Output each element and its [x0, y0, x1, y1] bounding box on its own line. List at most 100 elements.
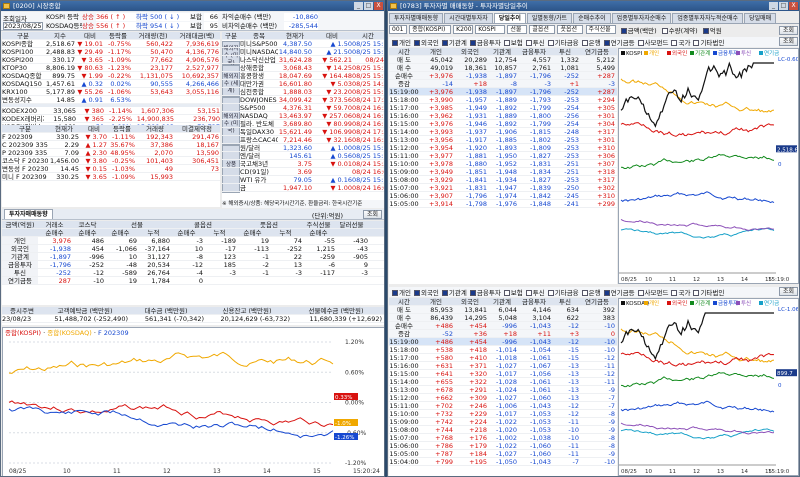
time-row[interactable]: 15:11:00 +3,977 -1,881 -1,950 -1,827 -253 +306 [389, 152, 617, 160]
view-button[interactable]: 조회 [778, 37, 798, 46]
right-title-bar[interactable]: [0783] 투자자별 매매동향 - 투자자별당일추이 _ □ X [388, 1, 799, 11]
world-row[interactable]: CD(91일) 3.69 08/24 16:00 [222, 168, 384, 176]
world-row[interactable]: 엔/달러 145.61 ▲ 0.5608/25 15:10 [222, 152, 384, 160]
time-row[interactable]: 15:10:00 +3,978 -1,880 -1,952 -1,831 -251 +307 [389, 160, 617, 168]
maximize-button-right[interactable]: □ [779, 2, 788, 10]
investor-row[interactable]: 기관계 -1,897 -996 10 31,127 -8 123 -1 22 -259 -905 [2, 253, 384, 261]
tab-2[interactable]: 당일추이 [493, 13, 526, 23]
time-row[interactable]: 15:06:00 +786 +179 -1,022 -1,060 -11 -8 [389, 442, 617, 450]
left-title-bar[interactable]: [0200] 시장종합 _ □ X [1, 1, 384, 11]
time-row[interactable]: 15:08:00 +3,929 -1,841 -1,934 -1,827 -253 +317 [389, 176, 617, 184]
tab-0[interactable]: 투자자별매매동향 [389, 13, 444, 23]
index-row[interactable]: KTOP30 8,806.19 ▼ 80.63 -1.23% 23,177 2,527,9… [2, 64, 220, 72]
world-row[interactable]: 금 1,947.10 ▼ 1.0008/24 16:00 [222, 184, 384, 192]
time-row[interactable]: 15:18:00 +3,990 -1,957 -1,889 -1,793 -253 +294 [389, 96, 617, 104]
investor-checkbox[interactable] [581, 40, 588, 46]
world-row[interactable]: 미니NASDAQ14,840.50 ▲ 21.5008/25 15:10 [222, 48, 384, 56]
stock-futures-select[interactable]: 주식선물 [585, 25, 616, 34]
view-button[interactable]: 조회 [778, 287, 798, 296]
world-row[interactable]: 심천종합 1,888.03 ▼ 23.2008/25 15:10 [222, 88, 384, 96]
time-row[interactable]: 15:15:00 +641 +320 -1,017 -1,056 -13 -12 [389, 370, 617, 378]
tab-5[interactable]: 업종별투자자순매수 [611, 13, 672, 23]
tab-1[interactable]: 시간대별투자자 [444, 13, 493, 23]
time-row[interactable]: 15:12:00 +3,954 -1,920 -1,893 -1,809 -253 +310 [389, 144, 617, 152]
put-select[interactable]: 풋옵션 [557, 25, 584, 34]
world-row[interactable]: 필라. 반도체 3,689.80 ▼ 80.9908/24 16:15 [222, 120, 384, 128]
index-row[interactable]: 변동성지수 14.85 ▲ 0.91 6.53% [2, 96, 220, 104]
world-row[interactable]: 미니S&P500 4,387.50 ▲ 1.5008/25 15:10 [222, 40, 384, 48]
time-row[interactable]: 15:13:00 +3,956 -1,917 -1,885 -1,802 -253 +301 [389, 136, 617, 144]
investor-checkbox[interactable] [413, 290, 420, 296]
close-button-right[interactable]: X [789, 2, 798, 10]
world-row[interactable]: 대만가권 16,601.80 ▼ 5.0308/25 14:30 [222, 80, 384, 88]
investor-row[interactable]: 연기금등 287 -10 19 1,784 0 [2, 277, 384, 285]
time-row[interactable]: 15:14:00 +3,993 -1,937 -1,906 -1,815 -248 +317 [389, 128, 617, 136]
investor-checkbox[interactable] [547, 290, 554, 296]
investor-row[interactable]: 개인 3,976 486 69 6,880 -3 -189 19 74 -55 -430 [2, 237, 384, 245]
close-button[interactable]: X [374, 2, 383, 10]
world-row[interactable]: 원/달러 1,323.60 ▲ 1.0008/25 15:10 [222, 144, 384, 152]
world-row[interactable]: 홍콩항생 18,047.69 ▼ 164.4808/25 15:10 [222, 72, 384, 80]
futures-row[interactable]: F 202309 330.25 ▼ 3.70 -1.11% 192,343 291,476 [2, 133, 220, 141]
futures-row[interactable]: 변동성 F 202309 14.45 ▼ 0.15 -1.03% 49 73 [2, 165, 220, 173]
world-row[interactable]: 나스닥신산업 31,624.28 ▼ 562.21 08/24 [222, 56, 384, 64]
index-row[interactable]: KOSPI100 2,488.83 ▼ 29.49 -1.17% 50,470 4,136… [2, 48, 220, 56]
index-row[interactable]: KRX100 5,177.89 ▼ 55.26 -1.06% 53,643 3,055,1… [2, 88, 220, 96]
investor-row[interactable]: 외국인 -1,938 454 -1,066 -37,164 10 -17 -113 -252 1,… [2, 245, 384, 253]
right-view-button[interactable]: 조회 [778, 26, 798, 35]
futures-row[interactable]: 미니 F 202309 330.25 ▼ 3.65 -1.09% 15,993 [2, 173, 220, 181]
time-row[interactable]: 15:17:00 +580 +410 -1,018 -1,061 -15 -12 [389, 354, 617, 362]
tab-3[interactable]: 일별동향/가트 [526, 13, 573, 23]
date-input[interactable]: 2023/08/25 [3, 22, 43, 30]
time-row[interactable]: 15:10:00 +732 +229 -1,017 -1,053 -12 -8 [389, 410, 617, 418]
index-row[interactable]: KOSDAQ150 1,457.61 ▲ 0.32 0.02% 90,555 4,266,… [2, 80, 220, 88]
investor-row[interactable]: 금융투자 -1,796 -252 -48 20,534 -12 185 -2 13 -6 9 [2, 261, 384, 269]
futures-row[interactable]: P 202309 335.0 7.09 ▲ 2.3048.95% 2,070 13,59… [2, 149, 220, 157]
time-row[interactable]: 15:15:00 +3,976 -1,946 -1,892 -1,799 -254 +304 [389, 120, 617, 128]
investor-checkbox[interactable] [441, 290, 448, 296]
time-row[interactable]: 15:05:00 +3,914 -1,798 -1,976 -1,848 -241 +299 [389, 200, 617, 208]
investor-view-button[interactable]: 조회 [362, 210, 382, 219]
time-row[interactable]: 15:14:00 +655 +322 -1,028 -1,061 -13 -11 [389, 378, 617, 386]
world-row[interactable]: 프랑스CAC40 7,214.46 ▼ 32.1608/24 16:55 [222, 136, 384, 144]
index-row[interactable]: KOSDAQ종합 899.75 ▼ 1.99 -0.22% 1,131,075 10,69… [2, 72, 220, 80]
time-row[interactable]: 15:16:00 +631 +371 -1,027 -1,067 -13 -11 [389, 362, 617, 370]
investor-checkbox[interactable] [392, 290, 398, 296]
time-row[interactable]: 15:16:00 +3,962 -1,931 -1,889 -1,800 -256 +301 [389, 112, 617, 120]
investor-checkbox[interactable] [469, 290, 476, 296]
investor-checkbox[interactable] [671, 40, 678, 46]
world-row[interactable]: 상해종합 3,068.43 ▼ 14.2508/25 15:10 [222, 64, 384, 72]
maximize-button[interactable]: □ [364, 2, 373, 10]
amount-radio[interactable] [620, 28, 627, 34]
time-row[interactable]: 15:09:00 +3,949 -1,851 -1,948 -1,834 -251 +318 [389, 168, 617, 176]
time-row[interactable]: 15:06:00 +3,907 -1,796 -1,974 -1,842 -245 +310 [389, 192, 617, 200]
time-row[interactable]: 15:08:00 +744 +218 -1,020 -1,053 -10 -9 [389, 426, 617, 434]
investor-checkbox[interactable] [693, 290, 700, 296]
time-row[interactable]: 15:09:00 +742 +224 -1,022 -1,053 -11 -9 [389, 418, 617, 426]
time-row[interactable]: 15:07:00 +768 +176 -1,002 -1,038 -10 -8 [389, 434, 617, 442]
time-row[interactable]: 15:17:00 +3,985 -1,949 -1,892 -1,799 -254 +305 [389, 104, 617, 112]
futures-row[interactable]: 코스닥 F 2023091,456.00 ▼ 3.80 -0.25% 101,403 3… [2, 157, 220, 165]
investor-checkbox[interactable] [637, 40, 644, 46]
investor-checkbox[interactable] [503, 290, 510, 296]
investor-checkbox[interactable] [693, 40, 700, 46]
tab-4[interactable]: 순매수추이 [573, 13, 611, 23]
investor-row[interactable]: 투신 -252 -12 -589 26,764 -4 -3 -1 -3 -117 -3 [2, 269, 384, 277]
investor-checkbox[interactable] [603, 40, 610, 46]
index-row[interactable]: KOSPI200 330.17 ▼ 3.65 -1.09% 77,662 4,906,57… [2, 56, 220, 64]
investor-checkbox[interactable] [637, 290, 644, 296]
eok-radio[interactable] [702, 28, 709, 34]
world-row[interactable]: WTI 유가 79.05 ▲ 0.1608/25 15:10 [222, 176, 384, 184]
minimize-button[interactable]: _ [354, 2, 363, 10]
call-select[interactable]: 콜옵션 [529, 25, 556, 34]
tab-6[interactable]: 업종별투자자누적순매수 [672, 13, 744, 23]
time-row[interactable]: 15:07:00 +3,921 -1,831 -1,947 -1,839 -250 +302 [389, 184, 617, 192]
etf-row[interactable]: KODEX200 33,065 ▼ 380 -1.14% 1,607,306 53,151 [2, 107, 220, 115]
k200-select[interactable]: K200 [453, 25, 474, 34]
futures-row[interactable]: C 202309 335.0 2.29 ▲ 1.2735.67% 37,386 18,1… [2, 141, 220, 149]
world-row[interactable]: S&P500 4,376.31 ▼ 59.7008/24 16:55 [222, 104, 384, 112]
investor-checkbox[interactable] [503, 40, 510, 46]
tab-investor-trading[interactable]: 투자자매매동향 [4, 209, 53, 219]
code-input[interactable]: 001 [389, 25, 407, 34]
kospi-select[interactable]: KOSPI [475, 25, 506, 34]
